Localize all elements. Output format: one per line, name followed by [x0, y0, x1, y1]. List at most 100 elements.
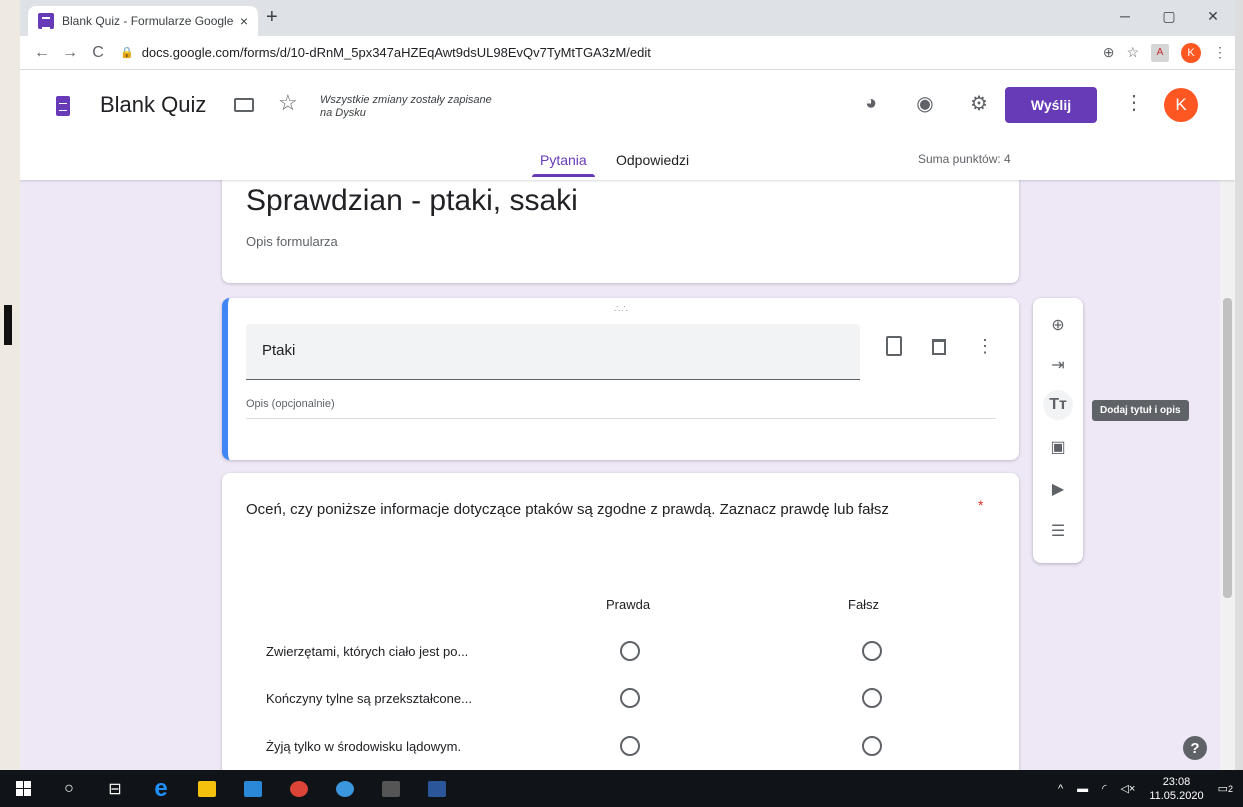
drag-handle-icon[interactable]: ∴∴ [614, 304, 629, 315]
battery-icon[interactable]: ▬ [1077, 783, 1088, 795]
required-asterisk: * [978, 497, 984, 513]
floating-toolbar: ⊕ ⇥ Tт ▣ ▶ ☰ [1033, 298, 1083, 563]
desktop-element [4, 305, 12, 345]
section-title-input[interactable]: Ptaki [246, 324, 860, 380]
volume-icon[interactable]: ◁× [1120, 782, 1135, 795]
system-tray: ^ ▬ ◜ ◁× 23:08 11.05.2020 ▭2 [1058, 770, 1233, 807]
window-controls: ─ ▢ ✕ [1103, 0, 1235, 32]
form-title[interactable]: Sprawdzian - ptaki, ssaki [246, 184, 578, 218]
tab-questions[interactable]: Pytania [532, 152, 595, 177]
back-arrow-icon[interactable]: ← [28, 44, 56, 62]
chrome-icon[interactable] [276, 770, 322, 807]
task-view-icon[interactable]: ⊟ [92, 770, 138, 807]
desktop-left-edge [0, 0, 20, 770]
clock-date: 11.05.2020 [1149, 789, 1204, 802]
form-title-card[interactable]: Sprawdzian - ptaki, ssaki Opis formularz… [222, 180, 1019, 283]
add-image-icon[interactable]: ▣ [1043, 432, 1073, 462]
row-label: Kończyny tylne są przekształcone... [266, 691, 472, 706]
toolbar-actions: ⊕ ☆ A K ⋮ [1103, 42, 1227, 63]
forms-logo-icon[interactable] [56, 96, 70, 116]
grid-row: Zwierzętami, których ciało jest po... [222, 633, 1019, 673]
search-icon[interactable]: ○ [46, 770, 92, 807]
help-icon[interactable]: ? [1183, 736, 1207, 760]
import-questions-icon[interactable]: ⇥ [1043, 350, 1073, 380]
question-card[interactable]: Oceń, czy poniższe informacje dotyczące … [222, 473, 1019, 770]
settings-gear-icon[interactable]: ⚙ [966, 90, 992, 116]
section-actions: ⋮ [886, 336, 994, 357]
new-tab-button[interactable]: + [266, 6, 278, 29]
add-question-icon[interactable]: ⊕ [1043, 310, 1073, 340]
delete-trash-icon[interactable] [932, 339, 946, 355]
browser-window: Blank Quiz - Formularze Google × + ─ ▢ ✕… [20, 0, 1235, 770]
saved-status: Wszystkie zmiany zostały zapisane na Dys… [320, 94, 492, 119]
radio-true[interactable] [620, 736, 640, 756]
clock[interactable]: 23:08 11.05.2020 [1149, 775, 1203, 803]
header-icons: ◕ ◉ ⚙ [858, 90, 992, 116]
clock-time: 23:08 [1162, 775, 1191, 788]
section-card[interactable]: ∴∴ Ptaki ⋮ Opis (opcjonalnie) [222, 298, 1019, 460]
desktop-right-edge [1235, 0, 1243, 770]
edge-browser-icon[interactable]: e [138, 770, 184, 807]
bookmark-star-icon[interactable]: ☆ [1126, 44, 1139, 61]
radio-false[interactable] [862, 736, 882, 756]
tab-responses[interactable]: Odpowiedzi [616, 152, 689, 168]
doc-title[interactable]: Blank Quiz [100, 92, 206, 118]
chrome-menu-icon[interactable]: ⋮ [1213, 44, 1227, 61]
browser-toolbar: ← → C 🔒 docs.google.com/forms/d/10-dRnM_… [20, 36, 1235, 70]
radio-true[interactable] [620, 641, 640, 661]
more-options-icon[interactable]: ⋮ [1124, 90, 1144, 115]
maximize-icon[interactable]: ▢ [1147, 0, 1191, 32]
tab-strip: Blank Quiz - Formularze Google × + ─ ▢ ✕ [20, 0, 1235, 36]
duplicate-icon[interactable] [886, 336, 902, 356]
column-header-false: Fałsz [848, 597, 880, 612]
wifi-icon[interactable]: ◜ [1102, 782, 1106, 795]
start-windows-icon[interactable] [0, 770, 46, 807]
scrollbar[interactable] [1220, 180, 1235, 770]
folder-icon[interactable] [234, 98, 254, 112]
add-title-icon[interactable]: Tт [1043, 390, 1073, 420]
tab-title: Blank Quiz - Formularze Google [62, 14, 234, 28]
browser-tab[interactable]: Blank Quiz - Formularze Google × [28, 6, 258, 36]
send-button[interactable]: Wyślij [1005, 87, 1097, 123]
question-text[interactable]: Oceń, czy poniższe informacje dotyczące … [246, 499, 956, 521]
add-video-icon[interactable]: ▶ [1043, 474, 1073, 504]
tray-chevron-icon[interactable]: ^ [1058, 783, 1063, 795]
file-explorer-icon[interactable] [184, 770, 230, 807]
star-icon[interactable]: ☆ [278, 90, 298, 116]
pdf-extension-icon[interactable]: A [1151, 43, 1169, 62]
radio-false[interactable] [862, 641, 882, 661]
row-label: Zwierzętami, których ciało jest po... [266, 644, 469, 659]
profile-avatar[interactable]: K [1181, 42, 1201, 63]
windows-taskbar: ○ ⊟ e ^ ▬ ◜ ◁× 23:08 11.05.2020 ▭2 [0, 770, 1243, 807]
form-tabs: Pytania Odpowiedzi Suma punktów: 4 [20, 146, 1235, 180]
form-body: Sprawdzian - ptaki, ssaki Opis formularz… [20, 180, 1220, 770]
photos-app-icon[interactable] [230, 770, 276, 807]
preview-eye-icon[interactable]: ◉ [912, 90, 938, 116]
radio-true[interactable] [620, 688, 640, 708]
forward-arrow-icon[interactable]: → [56, 44, 84, 62]
add-section-icon[interactable]: ☰ [1043, 516, 1073, 546]
notification-count: 2 [1227, 784, 1233, 794]
close-window-icon[interactable]: ✕ [1191, 0, 1235, 32]
word-icon[interactable] [414, 770, 460, 807]
calculator-icon[interactable] [368, 770, 414, 807]
form-description[interactable]: Opis formularza [246, 234, 338, 249]
account-avatar[interactable]: K [1164, 88, 1198, 122]
notification-icon[interactable]: ▭2 [1218, 782, 1233, 795]
radio-false[interactable] [862, 688, 882, 708]
total-points: Suma punktów: 4 [918, 152, 1011, 166]
minimize-icon[interactable]: ─ [1103, 0, 1147, 32]
scrollbar-thumb[interactable] [1223, 298, 1232, 598]
tooltip: Dodaj tytuł i opis [1092, 400, 1189, 421]
address-bar[interactable]: 🔒 docs.google.com/forms/d/10-dRnM_5px347… [120, 40, 1095, 66]
url-text: docs.google.com/forms/d/10-dRnM_5px347aH… [141, 45, 651, 60]
app-icon[interactable] [322, 770, 368, 807]
lock-icon: 🔒 [120, 47, 134, 59]
zoom-icon[interactable]: ⊕ [1103, 44, 1115, 61]
section-description-field[interactable]: Opis (opcjonalnie) [246, 398, 996, 419]
forms-favicon-icon [38, 13, 54, 29]
reload-icon[interactable]: C [84, 44, 112, 62]
tab-close-icon[interactable]: × [240, 13, 248, 29]
palette-icon[interactable]: ◕ [858, 90, 884, 116]
section-more-icon[interactable]: ⋮ [976, 336, 994, 357]
